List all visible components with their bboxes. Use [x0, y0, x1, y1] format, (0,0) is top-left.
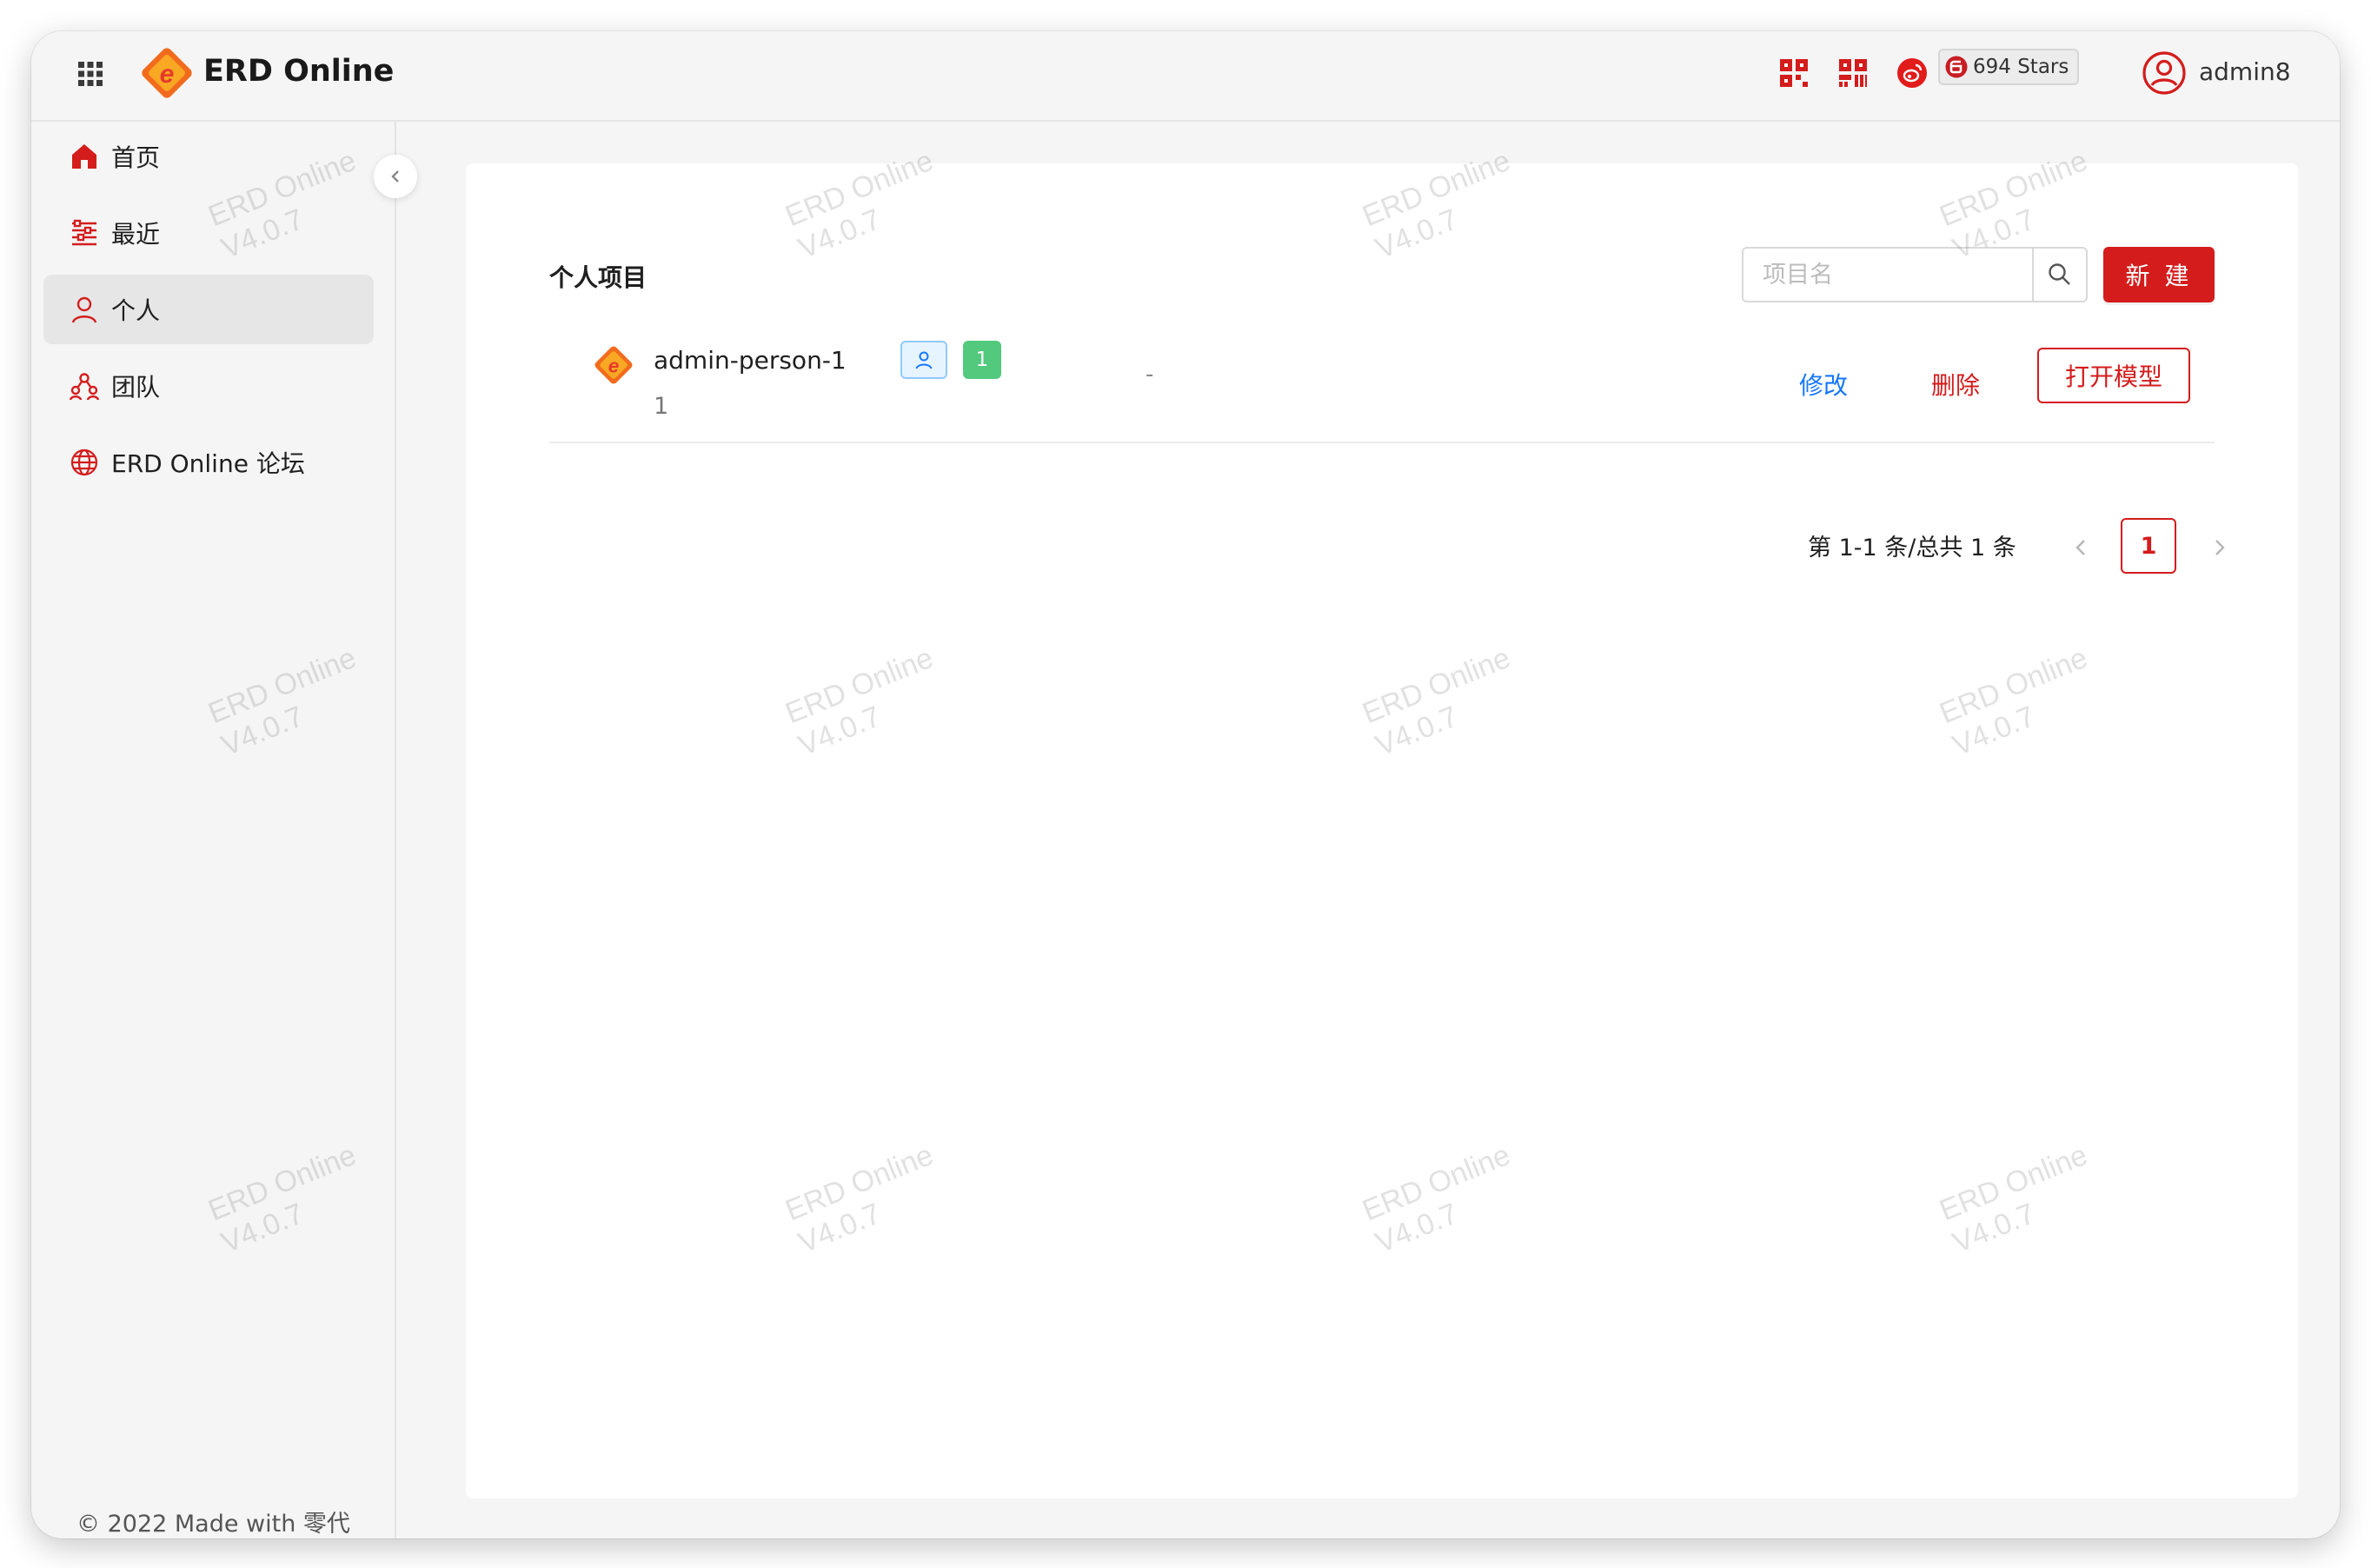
sidebar-collapse-button[interactable]	[374, 155, 417, 198]
project-description: 1	[654, 393, 669, 420]
svg-text:e: e	[160, 60, 175, 89]
project-count-tag: 1	[963, 341, 1001, 379]
sidebar-item-label: 最近	[111, 220, 161, 249]
sidebar-item-team[interactable]: 团队	[43, 351, 374, 421]
pagination-page[interactable]: 1	[2121, 518, 2176, 574]
sidebar-item-label: ERD Online 论坛	[111, 449, 305, 478]
project-logo-icon: e	[594, 346, 633, 384]
search-button[interactable]	[2032, 247, 2088, 302]
sidebar: 首页 最近 个人 团队 ERD Online 论坛 © 2022 Made wi…	[31, 122, 417, 1538]
edit-project-link[interactable]: 修改	[1799, 367, 1848, 402]
sidebar-item-personal[interactable]: 个人	[43, 275, 374, 344]
qr-code-alt-icon[interactable]	[1836, 56, 1870, 90]
recent-icon	[72, 219, 96, 246]
sidebar-item-label: 团队	[111, 373, 161, 402]
app-title: ERD Online	[203, 54, 395, 89]
sidebar-item-label: 个人	[111, 296, 161, 325]
search-icon	[2049, 263, 2070, 285]
search-input[interactable]	[1742, 247, 2032, 302]
sidebar-item-forum[interactable]: ERD Online 论坛	[43, 428, 374, 497]
project-extra: -	[1146, 362, 1154, 388]
grid-apps-icon[interactable]	[76, 60, 104, 88]
sidebar-item-label: 首页	[111, 143, 161, 172]
user-avatar-icon[interactable]	[2142, 50, 2187, 96]
globe-icon	[70, 448, 98, 476]
chevron-left-icon	[391, 170, 399, 183]
delete-project-link[interactable]: 删除	[1931, 367, 1980, 402]
project-type-tag	[900, 341, 947, 379]
user-icon	[915, 351, 933, 369]
stars-count: 694 Stars	[1973, 56, 2069, 78]
pagination-total: 第 1-1 条/总共 1 条	[1808, 535, 2016, 561]
open-model-button[interactable]: 打开模型	[2037, 348, 2190, 403]
username[interactable]: admin8	[2199, 57, 2291, 86]
github-stars-badge[interactable]: 694 Stars	[1938, 49, 2079, 85]
app-window: e ERD Online 694 Stars admin8 首页 最近 个人 团…	[31, 31, 2340, 1538]
chevron-left-icon[interactable]	[2065, 530, 2096, 565]
qr-code-icon[interactable]	[1777, 56, 1811, 90]
gitee-icon	[1945, 56, 1968, 78]
team-icon	[70, 373, 99, 401]
weibo-icon[interactable]	[1895, 56, 1929, 90]
chevron-right-icon[interactable]	[2204, 530, 2235, 565]
sidebar-item-home[interactable]: 首页	[43, 122, 374, 191]
erd-logo[interactable]: e	[139, 45, 195, 101]
svg-text:e: e	[608, 355, 620, 376]
project-list-item: e admin-person-1 1 - 1 修改 删除 打开模型	[549, 322, 2215, 443]
content-card: 个人项目 新 建 e admin-person-1 1 -	[466, 163, 2298, 1498]
sidebar-item-recent[interactable]: 最近	[43, 198, 374, 268]
page-title: 个人项目	[549, 263, 648, 292]
top-header: e ERD Online 694 Stars admin8	[31, 31, 2340, 122]
new-project-button[interactable]: 新 建	[2103, 247, 2215, 302]
project-name[interactable]: admin-person-1	[654, 346, 847, 375]
user-icon	[71, 296, 97, 323]
footer-copyright: © 2022 Made with 零代	[76, 1511, 350, 1538]
home-icon	[72, 144, 96, 169]
